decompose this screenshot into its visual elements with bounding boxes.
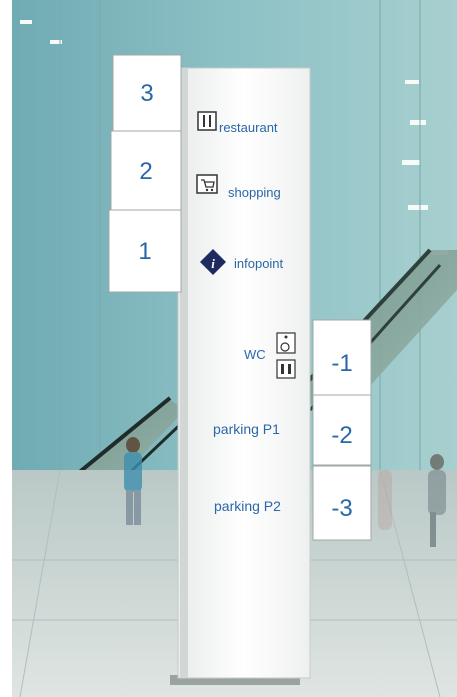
parking-p1-label: parking P1 xyxy=(213,421,280,437)
parking-p2-label: parking P2 xyxy=(214,498,281,514)
floor-label-minus-3: -3 xyxy=(331,495,353,522)
floor-label-minus-1: -1 xyxy=(331,350,353,377)
floor-label-minus-2: -2 xyxy=(331,422,353,449)
restroom-icon xyxy=(276,359,296,379)
shopping-cart-icon xyxy=(196,174,218,194)
cutlery-icon xyxy=(197,111,217,131)
photo-border-left xyxy=(0,0,12,697)
floor-label-1: 1 xyxy=(138,238,152,265)
shopping-label: shopping xyxy=(228,185,281,200)
photo-scene: i xyxy=(0,0,457,697)
floor-label-2: 2 xyxy=(139,158,153,185)
person-blur xyxy=(378,470,392,530)
infopoint-label: infopoint xyxy=(234,256,284,271)
wheelchair-icon xyxy=(276,332,296,354)
svg-text:i: i xyxy=(211,256,215,271)
restaurant-label: restaurant xyxy=(219,120,278,135)
floor-label-3: 3 xyxy=(140,80,154,107)
wc-label: WC xyxy=(244,347,266,362)
